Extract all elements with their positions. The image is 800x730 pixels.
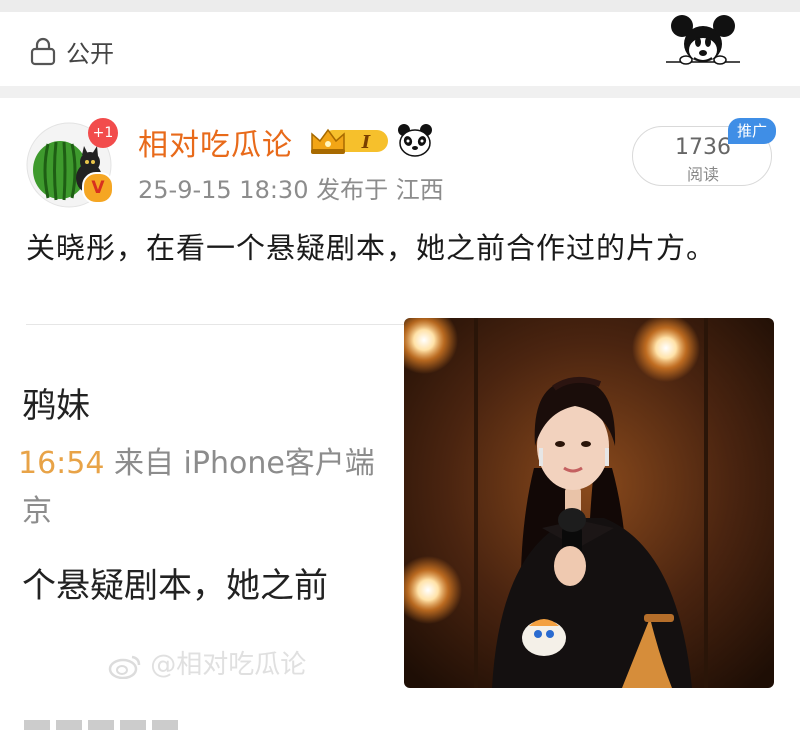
read-label: 阅读 bbox=[686, 165, 719, 184]
cropped-text-line bbox=[24, 720, 178, 730]
crown-icon: I bbox=[311, 128, 388, 154]
woman-with-microphone-photo[interactable] bbox=[404, 318, 774, 688]
post-text: 关晓彤，在看一个悬疑剧本，她之前合作过的片方。 bbox=[26, 231, 717, 265]
author-name[interactable]: 相对吃瓜论 bbox=[138, 120, 293, 164]
content-divider bbox=[26, 324, 404, 325]
mickey-mouse-icon bbox=[666, 15, 740, 65]
plus-one-badge: +1 bbox=[88, 118, 118, 148]
verified-badge: V bbox=[82, 172, 114, 204]
panda-icon bbox=[398, 124, 432, 157]
weibo-watermark: @相对吃瓜论 bbox=[108, 644, 306, 681]
embedded-line-3: 京 bbox=[22, 494, 52, 529]
embedded-line-4: 个悬疑剧本，她之前 bbox=[22, 566, 328, 606]
level-badge: I bbox=[361, 132, 371, 153]
post-location: 发布于 江西 bbox=[316, 176, 444, 204]
post-meta: 25-9-15 18:30 发布于 江西 bbox=[138, 170, 444, 205]
watermark-text: @相对吃瓜论 bbox=[150, 650, 307, 680]
weibo-logo-icon bbox=[108, 655, 141, 679]
visibility-label[interactable]: 公开 bbox=[66, 34, 114, 69]
lock-icon bbox=[30, 37, 56, 66]
embedded-source: 来自 iPhone客户端 bbox=[104, 446, 375, 481]
status-strip bbox=[0, 0, 800, 12]
post-time: 25-9-15 18:30 bbox=[138, 176, 309, 204]
embedded-line-2: 16:54 来自 iPhone客户端 bbox=[18, 438, 375, 482]
section-separator bbox=[0, 86, 800, 98]
embedded-line-1: 鸦妹 bbox=[22, 386, 90, 426]
promo-badge[interactable]: 推广 bbox=[728, 118, 776, 144]
embedded-time: 16:54 bbox=[18, 446, 105, 481]
